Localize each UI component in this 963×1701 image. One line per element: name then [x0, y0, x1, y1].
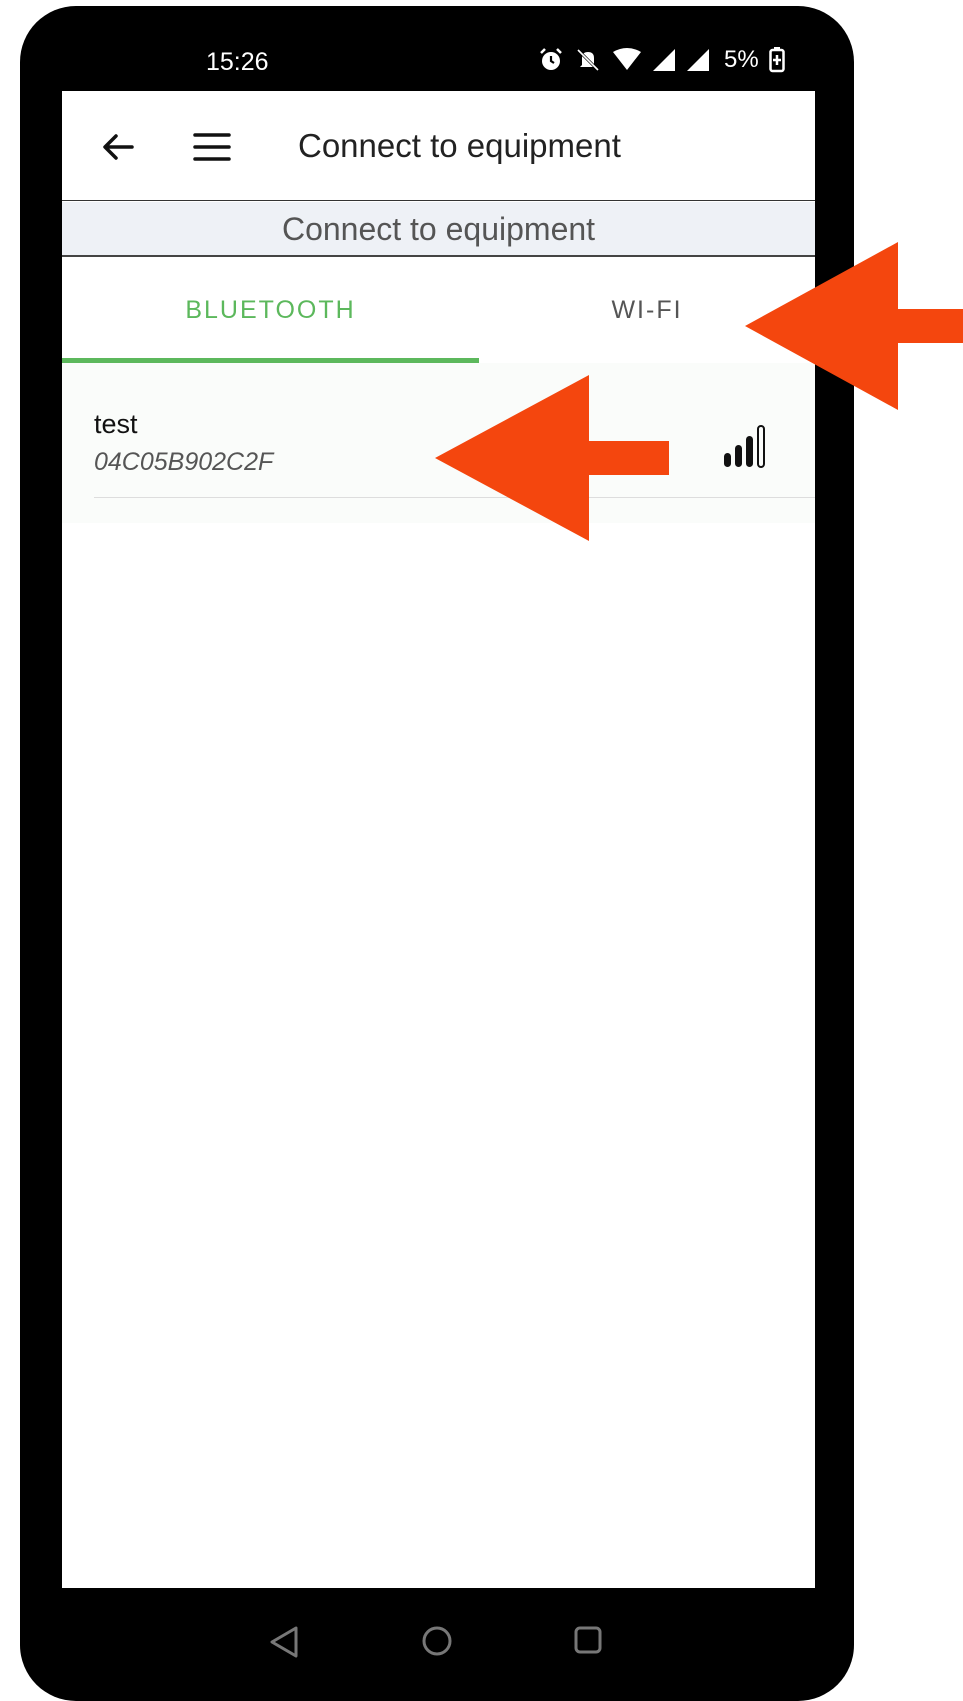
nav-home-icon[interactable]: [421, 1625, 453, 1657]
arrow-annotation-wifi: [745, 242, 963, 410]
battery-percent: 5%: [724, 46, 759, 73]
hamburger-menu-icon[interactable]: [192, 129, 232, 165]
back-arrow-icon[interactable]: [98, 127, 138, 167]
status-time: 15:26: [206, 48, 269, 76]
nav-back-icon[interactable]: [269, 1625, 299, 1659]
app-screen: Connect to equipment Connect to equipmen…: [62, 91, 815, 1588]
system-nav-bar: [20, 1588, 854, 1701]
app-bar: Connect to equipment: [62, 91, 815, 201]
signal-strength-icon: [724, 425, 765, 468]
tab-bluetooth[interactable]: BLUETOOTH: [62, 259, 479, 363]
wifi-icon: [613, 48, 641, 70]
cell-signal-icon: [687, 49, 709, 71]
connection-tabs: BLUETOOTH WI-FI: [62, 259, 815, 363]
status-icons: 5%: [538, 46, 785, 74]
nav-recents-icon[interactable]: [573, 1625, 603, 1655]
section-subheader: Connect to equipment: [62, 202, 815, 257]
arrow-annotation-device: [435, 375, 669, 541]
status-bar: 15:26 5%: [20, 6, 854, 91]
cell-signal-icon: [653, 49, 675, 71]
alarm-icon: [540, 48, 562, 70]
page-title: Connect to equipment: [298, 127, 621, 164]
device-name: test: [94, 409, 138, 439]
do-not-disturb-icon: [576, 48, 600, 72]
battery-charging-icon: [768, 47, 785, 73]
device-address: 04C05B902C2F: [94, 448, 274, 476]
